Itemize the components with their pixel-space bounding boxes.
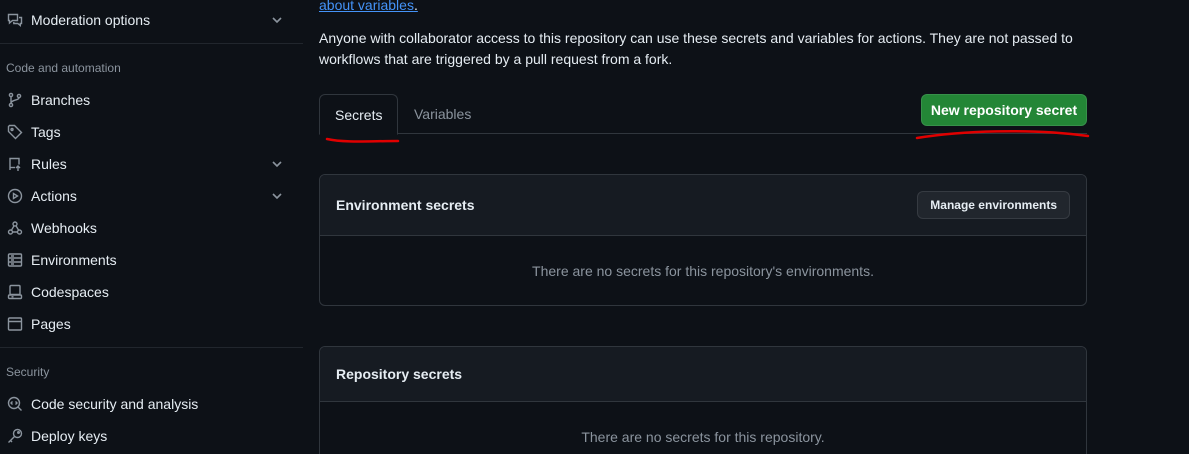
- about-variables-link-wrapper: about variables.: [319, 0, 418, 13]
- tag-icon: [6, 124, 23, 141]
- chevron-down-icon[interactable]: [269, 188, 285, 204]
- repository-secrets-empty: There are no secrets for this repository…: [581, 429, 825, 445]
- sidebar-item-label: Deploy keys: [31, 428, 108, 444]
- comment-discussion-icon: [6, 12, 23, 29]
- sidebar-item-label: Webhooks: [31, 220, 97, 236]
- link-trailing-period: .: [413, 0, 418, 13]
- sidebar-heading-code-automation: Code and automation: [6, 61, 121, 75]
- browser-icon: [6, 316, 23, 333]
- sidebar-item-pages[interactable]: Pages: [0, 308, 295, 340]
- secrets-main: about variables. Anyone with collaborato…: [303, 0, 1189, 454]
- about-variables-link[interactable]: about variables: [319, 0, 414, 13]
- sidebar-heading-security: Security: [6, 365, 50, 379]
- sidebar-item-label: Moderation options: [31, 12, 151, 28]
- sidebar-item-codespaces[interactable]: Codespaces: [0, 276, 295, 308]
- sidebar-item-moderation-options[interactable]: Moderation options: [0, 4, 295, 36]
- secrets-description: Anyone with collaborator access to this …: [319, 30, 1073, 67]
- settings-page: Moderation options Code and automation B…: [0, 0, 1189, 454]
- environment-secrets-header: Environment secrets Manage environments: [320, 175, 1086, 236]
- play-icon: [6, 188, 23, 205]
- environment-secrets-empty: There are no secrets for this repository…: [532, 263, 874, 279]
- manage-environments-button[interactable]: Manage environments: [917, 191, 1070, 219]
- environment-secrets-title: Environment secrets: [336, 197, 475, 213]
- sidebar-item-label: Codespaces: [31, 284, 109, 300]
- repository-secrets-title: Repository secrets: [336, 366, 463, 382]
- chevron-down-icon[interactable]: [269, 156, 285, 172]
- sidebar-item-webhooks[interactable]: Webhooks: [0, 212, 295, 244]
- tab-secrets[interactable]: Secrets: [319, 94, 399, 135]
- webhook-icon: [6, 220, 23, 237]
- repo-push-icon: [6, 156, 23, 173]
- sidebar-item-code-security[interactable]: Code security and analysis: [0, 388, 295, 420]
- settings-sidebar: Moderation options Code and automation B…: [0, 0, 303, 454]
- sidebar-divider: [0, 347, 303, 348]
- chevron-down-icon[interactable]: [269, 12, 285, 28]
- sidebar-item-actions[interactable]: Actions: [0, 180, 295, 212]
- repository-secrets-box: Repository secrets There are no secrets …: [319, 346, 1087, 454]
- sidebar-item-label: Actions: [31, 188, 77, 204]
- repository-secrets-header: Repository secrets: [320, 347, 1086, 402]
- codespaces-icon: [6, 284, 23, 301]
- sidebar-item-environments[interactable]: Environments: [0, 244, 295, 276]
- key-icon: [6, 428, 23, 445]
- server-icon: [6, 252, 23, 269]
- codescan-icon: [6, 396, 23, 413]
- sidebar-divider: [0, 43, 303, 44]
- sidebar-item-deploy-keys[interactable]: Deploy keys: [0, 420, 295, 452]
- sidebar-item-label: Branches: [31, 92, 91, 108]
- sidebar-item-label: Code security and analysis: [31, 396, 199, 412]
- sidebar-item-label: Environments: [31, 252, 117, 268]
- git-branch-icon: [6, 92, 23, 109]
- sidebar-item-label: Tags: [31, 124, 61, 140]
- sidebar-item-label: Rules: [31, 156, 67, 172]
- environment-secrets-box: Environment secrets Manage environments …: [319, 174, 1087, 306]
- tab-variables[interactable]: Variables: [399, 94, 486, 134]
- sidebar-item-rules[interactable]: Rules: [0, 148, 295, 180]
- new-repository-secret-button[interactable]: New repository secret: [921, 94, 1087, 126]
- sidebar-item-tags[interactable]: Tags: [0, 116, 295, 148]
- sidebar-item-label: Pages: [31, 316, 71, 332]
- sidebar-item-branches[interactable]: Branches: [0, 84, 295, 116]
